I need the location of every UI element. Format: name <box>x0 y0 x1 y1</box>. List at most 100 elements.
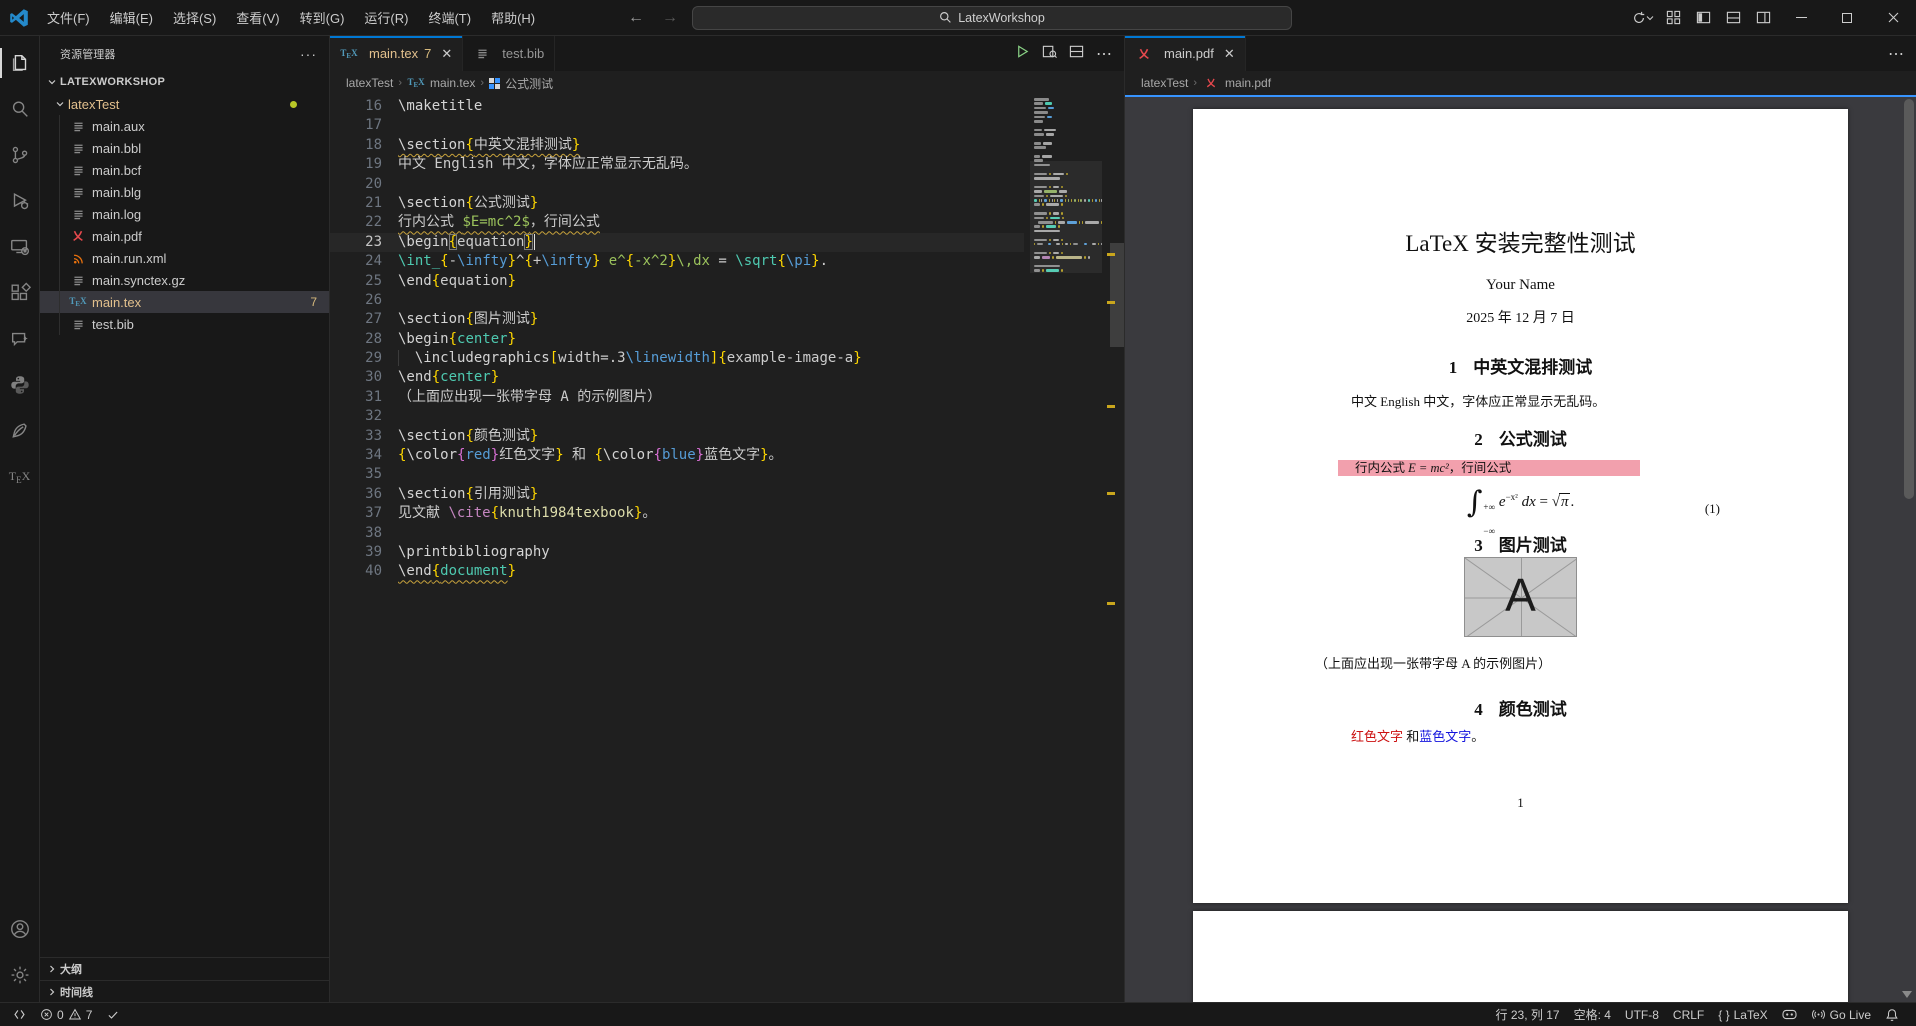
menu-view[interactable]: 查看(V) <box>227 4 288 31</box>
tab-main-tex[interactable]: TEX main.tex 7 ✕ <box>330 36 464 71</box>
file-item-main-bcf[interactable]: main.bcf <box>40 159 329 181</box>
more-actions-icon[interactable]: ⋯ <box>1888 44 1904 64</box>
code-line-33[interactable]: 33 \section{颜色测试} <box>330 427 1024 446</box>
code-line-18[interactable]: 18 \section{中英文混排测试} <box>330 136 1024 155</box>
source-control-icon[interactable] <box>0 132 40 178</box>
file-item-test-bib[interactable]: test.bib <box>40 313 329 335</box>
run-debug-icon[interactable] <box>0 178 40 224</box>
code-editor[interactable]: 16 \maketitle 17 18 \section{中英文混排测试} 19 中文 En… <box>330 95 1124 1002</box>
file-item-main-blg[interactable]: main.blg <box>40 181 329 203</box>
copilot-icon[interactable] <box>1775 1003 1804 1026</box>
settings-gear-icon[interactable] <box>0 952 40 998</box>
toggle-secondary-sidebar-icon[interactable] <box>1748 5 1778 31</box>
file-item-main-tex[interactable]: TEX main.tex 7 <box>40 291 329 313</box>
sync-icon[interactable] <box>1628 5 1658 31</box>
code-line-35[interactable]: 35 <box>330 465 1024 484</box>
search-sidebar-icon[interactable] <box>0 86 40 132</box>
code-line-30[interactable]: 30 \end{center} <box>330 368 1024 387</box>
tab-main-pdf[interactable]: main.pdf ✕ <box>1125 36 1246 71</box>
file-item-main-bbl[interactable]: main.bbl <box>40 137 329 159</box>
code-line-24[interactable]: 24 \int_{-\infty}^{+\infty} e^{-x^2}\,dx … <box>330 252 1024 271</box>
code-line-29[interactable]: 29 \includegraphics[width=.3\linewidth]{… <box>330 349 1024 368</box>
code-line-34[interactable]: 34 {\color{red}红色文字} 和 {\color{blue}蓝色文字}… <box>330 446 1024 465</box>
workspace-root[interactable]: LATEXWORKSHOP <box>40 71 329 93</box>
leaf-icon[interactable] <box>0 408 40 454</box>
remote-explorer-icon[interactable] <box>0 224 40 270</box>
more-actions-icon[interactable]: ⋯ <box>1096 44 1112 64</box>
latex-workshop-icon[interactable]: TEX <box>0 454 40 500</box>
menu-run[interactable]: 运行(R) <box>355 4 417 31</box>
menu-help[interactable]: 帮助(H) <box>482 4 544 31</box>
timeline-section[interactable]: 时间线 <box>40 980 329 1002</box>
code-line-32[interactable]: 32 <box>330 407 1024 426</box>
scroll-down-icon[interactable] <box>1902 991 1912 998</box>
folder-latextest[interactable]: latexTest <box>40 93 329 115</box>
code-line-17[interactable]: 17 <box>330 116 1024 135</box>
close-button[interactable] <box>1870 0 1916 36</box>
tab-test-bib[interactable]: test.bib <box>463 36 556 71</box>
remote-indicator[interactable] <box>6 1003 33 1026</box>
outline-section[interactable]: 大纲 <box>40 958 329 980</box>
code-line-23[interactable]: 23 \begin{equation} <box>330 232 1024 253</box>
file-item-main-pdf[interactable]: main.pdf <box>40 225 329 247</box>
menu-file[interactable]: 文件(F) <box>38 4 99 31</box>
code-line-37[interactable]: 37 见文献 \cite{knuth1984texbook}。 <box>330 504 1024 523</box>
account-icon[interactable] <box>0 906 40 952</box>
code-line-16[interactable]: 16 \maketitle <box>330 97 1024 116</box>
code-line-40[interactable]: 40 \end{document} <box>330 562 1024 581</box>
code-line-21[interactable]: 21 \section{公式测试} <box>330 194 1024 213</box>
file-item-main-synctex-gz[interactable]: main.synctex.gz <box>40 269 329 291</box>
toggle-panel-icon[interactable] <box>1718 5 1748 31</box>
encoding[interactable]: UTF-8 <box>1618 1003 1666 1026</box>
indentation[interactable]: 空格: 4 <box>1567 1003 1618 1026</box>
menu-goto[interactable]: 转到(G) <box>291 4 354 31</box>
code-line-26[interactable]: 26 <box>330 291 1024 310</box>
code-line-25[interactable]: 25 \end{equation} <box>330 272 1024 291</box>
pdf-breadcrumb[interactable]: latexTest › main.pdf <box>1125 71 1916 95</box>
file-item-main-run-xml[interactable]: main.run.xml <box>40 247 329 269</box>
extensions-icon[interactable] <box>0 270 40 316</box>
split-editor-icon[interactable] <box>1069 44 1084 64</box>
python-icon[interactable] <box>0 362 40 408</box>
menu-terminal[interactable]: 终端(T) <box>419 4 480 31</box>
cursor-position[interactable]: 行 23, 列 17 <box>1489 1003 1567 1026</box>
eol-sequence[interactable]: CRLF <box>1666 1003 1711 1026</box>
code-line-36[interactable]: 36 \section{引用测试} <box>330 485 1024 504</box>
forward-icon[interactable]: → <box>658 9 682 27</box>
pdf-viewer[interactable]: LaTeX 安装完整性测试 Your Name 2025 年 12 月 7 日 … <box>1125 95 1916 1002</box>
explorer-icon[interactable] <box>0 40 40 86</box>
menu-selection[interactable]: 选择(S) <box>164 4 225 31</box>
close-icon[interactable]: ✕ <box>441 46 452 62</box>
go-live[interactable]: Go Live <box>1804 1003 1878 1026</box>
notifications-bell-icon[interactable] <box>1878 1003 1906 1026</box>
sidebar-actions-icon[interactable]: ··· <box>300 46 317 62</box>
minimize-button[interactable] <box>1778 0 1824 36</box>
file-item-main-log[interactable]: main.log <box>40 203 329 225</box>
maximize-button[interactable] <box>1824 0 1870 36</box>
breadcrumb[interactable]: latexTest › TEX main.tex › 公式测试 <box>330 71 1124 95</box>
code-line-19[interactable]: 19 中文 English 中文，字体应正常显示无乱码。 <box>330 155 1024 174</box>
view-pdf-icon[interactable] <box>1042 44 1057 64</box>
pdf-scrollbar[interactable] <box>1904 99 1914 499</box>
minimap-viewport[interactable] <box>1030 161 1102 273</box>
command-center-search[interactable]: LatexWorkshop <box>692 5 1292 30</box>
code-line-22[interactable]: 22 行内公式 $E=mc^2$，行间公式 <box>330 213 1024 232</box>
chat-icon[interactable] <box>0 316 40 362</box>
editor-scrollbar[interactable] <box>1110 243 1124 347</box>
close-icon[interactable]: ✕ <box>1224 46 1235 62</box>
language-mode[interactable]: { } LaTeX <box>1711 1003 1774 1026</box>
code-line-31[interactable]: 31 （上面应出现一张带字母 A 的示例图片） <box>330 388 1024 407</box>
code-line-20[interactable]: 20 <box>330 175 1024 194</box>
file-item-main-aux[interactable]: main.aux <box>40 115 329 137</box>
problems-indicator[interactable]: 0 7 <box>33 1003 99 1026</box>
code-line-39[interactable]: 39 \printbibliography <box>330 543 1024 562</box>
build-play-icon[interactable] <box>1015 44 1030 64</box>
toggle-sidebar-icon[interactable] <box>1688 5 1718 31</box>
menu-edit[interactable]: 编辑(E) <box>101 4 162 31</box>
code-line-38[interactable]: 38 <box>330 524 1024 543</box>
code-line-27[interactable]: 27 \section{图片测试} <box>330 310 1024 329</box>
code-line-28[interactable]: 28 \begin{center} <box>330 330 1024 349</box>
customize-layout-icon[interactable] <box>1658 5 1688 31</box>
latex-build-status[interactable] <box>99 1003 127 1026</box>
back-icon[interactable]: ← <box>624 9 648 27</box>
